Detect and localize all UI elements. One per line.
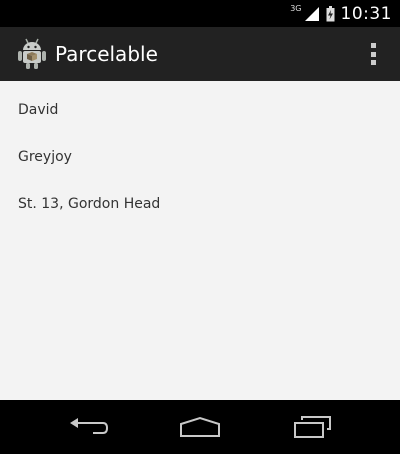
- status-bar: 3G 10:31: [0, 0, 400, 27]
- content-area: David Greyjoy St. 13, Gordon Head: [0, 81, 400, 400]
- recents-button[interactable]: [290, 415, 334, 439]
- recents-icon: [294, 416, 331, 438]
- back-icon: [70, 418, 109, 434]
- app-title: Parcelable: [55, 42, 158, 66]
- status-indicators: 3G 10:31: [290, 0, 392, 27]
- overflow-menu-icon[interactable]: [366, 40, 380, 68]
- overflow-dot: [370, 60, 376, 65]
- signal-icon: [304, 6, 319, 21]
- navigation-bar: [0, 400, 400, 454]
- overflow-dot: [370, 51, 376, 57]
- back-button[interactable]: [67, 415, 111, 439]
- android-robot-icon[interactable]: [16, 37, 48, 71]
- action-bar: Parcelable: [0, 27, 400, 81]
- battery-icon: [326, 5, 334, 21]
- home-button[interactable]: [178, 415, 222, 439]
- first-name-text: David: [18, 102, 59, 118]
- clock: 10:31: [340, 3, 392, 24]
- last-name-text: Greyjoy: [18, 149, 72, 165]
- network-type-label: 3G: [290, 4, 302, 13]
- address-text: St. 13, Gordon Head: [18, 196, 161, 212]
- home-icon: [180, 416, 220, 437]
- overflow-dot: [370, 43, 376, 48]
